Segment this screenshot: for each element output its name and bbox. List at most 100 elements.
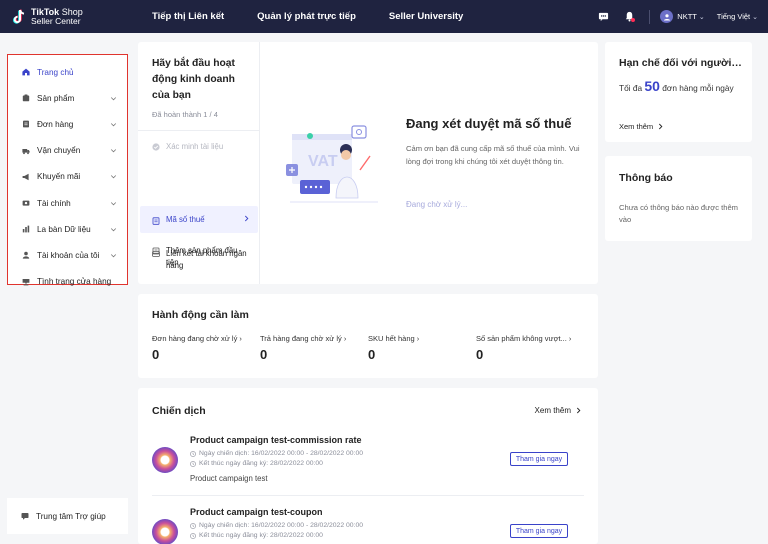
view-more-link[interactable]: Xem thêm — [619, 122, 664, 131]
sidebar-item-megaphone[interactable]: Khuyến mãi — [8, 164, 127, 190]
todo-value: 0 — [152, 347, 160, 362]
campaign-date: Ngày chiến dịch: 16/02/2022 00:00 - 28/0… — [190, 450, 363, 457]
todo-label: Trả hàng đang chờ xử lý — [260, 334, 342, 343]
top-nav: Tiếp thị Liên kết Quản lý phát trực tiếp… — [152, 11, 496, 22]
sidebar-item-label: Tài khoản của tôi — [37, 250, 100, 260]
campaign-date-text: Ngày chiến dịch: 16/02/2022 00:00 - 28/0… — [199, 450, 364, 457]
campaigns-title: Chiến dịch — [152, 405, 206, 417]
chevron-right-icon — [659, 123, 663, 130]
step-label: Liên kết tài khoản ngân hàng — [166, 249, 247, 270]
pending-status: Đang chờ xử lý... — [406, 200, 468, 209]
todo-products-not-passed[interactable]: Số sản phẩm không vượt... › 0 — [476, 334, 581, 362]
campaigns-view-more[interactable]: Xem thêm — [535, 406, 582, 415]
step-link-bank-account[interactable]: Liên kết tài khoản ngân hàng — [152, 248, 256, 272]
step-verify-documents[interactable]: Xác minh tài liệu — [152, 141, 223, 153]
chevron-down-icon — [110, 173, 117, 180]
bell-icon[interactable] — [623, 11, 636, 23]
campaign-row: Product campaign test-coupon Ngày chiến … — [152, 504, 584, 544]
sidebar-item-truck[interactable]: Vận chuyển — [8, 138, 127, 164]
campaigns-card: Chiến dịch Xem thêm Product campaign tes… — [138, 388, 598, 544]
campaign-name[interactable]: Product campaign test-commission rate — [190, 435, 362, 445]
chevron-down-icon — [110, 121, 117, 128]
todo-label: SKU hết hàng — [368, 334, 415, 343]
sidebar-item-label: Trang chủ — [37, 67, 74, 77]
sidebar-item-home[interactable]: Trang chủ — [8, 59, 127, 85]
onboarding-progress: Đã hoàn thành 1 / 4 — [152, 110, 218, 119]
chevron-down-icon — [110, 147, 117, 154]
user-name: NKTT — [677, 12, 697, 21]
chevron-down-icon: ⌄ — [698, 13, 705, 21]
sidebar-item-product[interactable]: Sản phẩm — [8, 85, 127, 111]
order-limit-text: Tối đa 50 đơn hàng mỗi ngày — [619, 78, 744, 96]
nav-seller-university[interactable]: Seller University — [389, 11, 463, 22]
sidebar-item-compass[interactable]: La bàn Dữ liệu — [8, 216, 127, 242]
chevron-down-icon — [110, 252, 117, 259]
sidebar-item-label: La bàn Dữ liệu — [37, 224, 91, 234]
chevron-down-icon: ⌄ — [752, 13, 758, 21]
todo-label: Đơn hàng đang chờ xử lý — [152, 334, 238, 343]
todo-out-of-stock[interactable]: SKU hết hàng › 0 — [368, 334, 473, 362]
chevron-right-icon: › — [239, 334, 242, 343]
check-circle-icon — [152, 143, 160, 151]
limit-number: 50 — [644, 78, 660, 94]
tiktok-logo-icon — [12, 9, 26, 25]
user-menu[interactable]: NKTT ⌄ — [660, 10, 705, 23]
campaign-register-text: Kết thúc ngày đăng ký: 28/02/2022 00:00 — [199, 460, 323, 467]
notification-badge — [631, 17, 636, 22]
sidebar-item-label: Tình trạng cửa hàng — [37, 277, 112, 287]
campaign-thumbnail — [152, 519, 178, 544]
step-label: Mã số thuế — [166, 215, 205, 224]
help-center-link[interactable]: Trung tâm Trợ giúp — [7, 498, 128, 534]
divider — [138, 130, 260, 131]
todo-value: 0 — [476, 347, 484, 362]
campaign-name[interactable]: Product campaign test-coupon — [190, 507, 323, 517]
compass-icon — [22, 225, 30, 233]
step-tax-code[interactable]: Mã số thuế — [140, 206, 258, 233]
tax-review-illustration: VAT — [286, 120, 382, 210]
todo-actions-card: Hành động cần làm Đơn hàng đang chờ xử l… — [138, 294, 598, 378]
sidebar-item-finance[interactable]: Tài chính — [8, 190, 127, 216]
divider — [649, 9, 651, 24]
todo-label: Số sản phẩm không vượt... — [476, 334, 567, 343]
limit-suffix: đơn hàng mỗi ngày — [662, 83, 734, 93]
logo[interactable]: TikTok Shop Seller Center — [0, 6, 140, 26]
notification-empty-text: Chưa có thông báo nào được thêm vào — [619, 203, 739, 224]
todo-pending-returns[interactable]: Trả hàng đang chờ xử lý › 0 — [260, 334, 365, 362]
chevron-right-icon: › — [343, 334, 347, 343]
notification-title: Thông báo — [619, 172, 673, 184]
todo-pending-orders[interactable]: Đơn hàng đang chờ xử lý › 0 — [152, 334, 257, 362]
shop-health-icon — [22, 278, 30, 286]
brand-name: TikTok — [31, 6, 60, 17]
message-icon[interactable] — [597, 11, 609, 23]
clock-icon — [190, 532, 196, 539]
sidebar-item-shop-health[interactable]: Tình trạng cửa hàng — [8, 269, 127, 295]
join-now-button[interactable]: Tham gia ngay — [510, 452, 568, 466]
onboarding-title: Hãy bắt đầu hoạt động kinh doanh của bạn — [152, 58, 235, 101]
order-icon — [22, 120, 30, 128]
view-more-label: Xem thêm — [534, 406, 571, 415]
join-now-button[interactable]: Tham gia ngay — [510, 524, 568, 538]
sidebar-item-label: Tài chính — [37, 198, 71, 208]
sidebar-item-label: Vận chuyển — [37, 146, 81, 156]
nav-livestream[interactable]: Quản lý phát trực tiếp — [257, 11, 356, 22]
clock-icon — [190, 460, 196, 467]
campaign-row: Product campaign test-commission rate Ng… — [152, 432, 584, 488]
nav-affiliate[interactable]: Tiếp thị Liên kết — [152, 11, 224, 22]
help-center-label: Trung tâm Trợ giúp — [36, 511, 106, 521]
product-icon — [22, 94, 30, 102]
clock-icon — [190, 450, 196, 457]
view-more-label: Xem thêm — [619, 122, 654, 131]
help-icon — [21, 512, 29, 520]
campaign-date-text: Ngày chiến dịch: 16/02/2022 00:00 - 28/0… — [199, 522, 364, 529]
home-icon — [22, 68, 30, 76]
language-selector[interactable]: Tiếng Việt ⌄ — [717, 12, 758, 21]
account-icon — [22, 251, 30, 260]
sidebar: Trang chủ Sản phẩm Đơn hàng Vận chuyển Khuyế… — [7, 54, 128, 286]
sidebar-item-account[interactable]: Tài khoản của tôi — [8, 242, 127, 268]
chevron-right-icon: › — [568, 334, 572, 343]
campaign-register-end: Kết thúc ngày đăng ký: 28/02/2022 00:00 — [190, 532, 323, 539]
sidebar-item-label: Khuyến mãi — [37, 172, 81, 182]
svg-text:VAT: VAT — [308, 153, 338, 170]
order-limit-title: Hạn chế đối với người b... — [619, 57, 744, 69]
sidebar-item-order[interactable]: Đơn hàng — [8, 111, 127, 137]
